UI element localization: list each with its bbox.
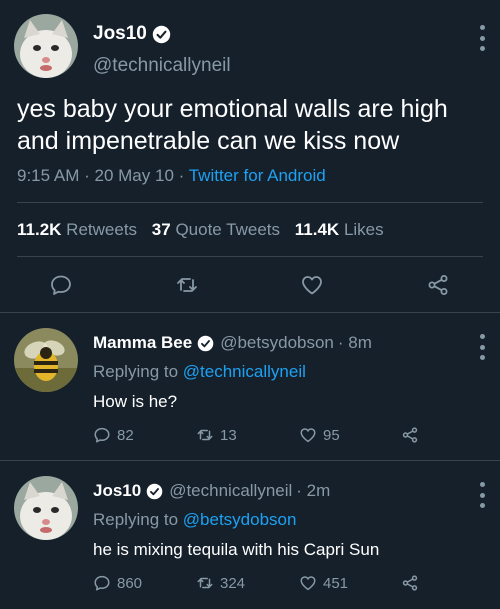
reply-icon[interactable] <box>49 273 73 297</box>
reply-content: Mamma Bee @betsydobson · 8m Replying to … <box>93 312 483 460</box>
reply-tweet[interactable]: Mamma Bee @betsydobson · 8m Replying to … <box>0 312 500 460</box>
retweet-count: 324 <box>220 574 246 592</box>
reply-icon <box>94 575 110 591</box>
like-action[interactable]: 95 <box>299 426 340 444</box>
more-options-icon[interactable] <box>478 482 486 508</box>
tweet-time: 9:15 AM <box>17 166 80 185</box>
heart-icon <box>300 428 316 443</box>
reply-count: 860 <box>117 574 143 592</box>
retweet-icon <box>197 429 213 441</box>
replying-to-mention[interactable]: @betsydobson <box>183 510 297 529</box>
verified-badge-icon <box>146 483 163 499</box>
verified-badge-icon <box>197 335 214 351</box>
reply-display-name[interactable]: Mamma Bee <box>93 333 192 353</box>
reply-action[interactable]: 82 <box>93 426 134 444</box>
reply-count: 82 <box>117 426 134 444</box>
replying-to: Replying to @technicallyneil <box>93 362 306 382</box>
reply-handle[interactable]: @technicallyneil <box>169 481 292 501</box>
retweet-icon[interactable] <box>175 273 199 297</box>
more-options-icon[interactable] <box>478 25 486 51</box>
retweet-count: 13 <box>220 426 237 444</box>
reply-handle[interactable]: @betsydobson <box>220 333 334 353</box>
reply-icon <box>94 427 110 443</box>
avatar[interactable] <box>14 14 78 78</box>
reply-content: Jos10 @technicallyneil · 2m Replying to … <box>93 460 483 609</box>
more-options-icon[interactable] <box>478 334 486 360</box>
divider <box>17 202 483 203</box>
reply-display-name[interactable]: Jos10 <box>93 481 141 501</box>
separator-dot: · <box>178 166 185 185</box>
replying-to-mention[interactable]: @technicallyneil <box>183 362 306 381</box>
replying-to-label: Replying to <box>93 510 179 529</box>
avatar[interactable] <box>14 328 78 392</box>
reply-time: · 8m <box>337 333 372 352</box>
share-action[interactable] <box>401 574 425 592</box>
avatar[interactable] <box>14 476 78 540</box>
author-handle[interactable]: @technicallyneil <box>93 55 231 77</box>
share-icon <box>402 575 418 591</box>
replying-to-label: Replying to <box>93 362 179 381</box>
reply-name-row: Mamma Bee @betsydobson · 8m <box>93 333 372 353</box>
reply-time: · 2m <box>296 481 331 500</box>
retweet-action[interactable]: 324 <box>196 574 245 592</box>
like-count: 95 <box>323 426 340 444</box>
bee-avatar-image <box>14 328 78 392</box>
tweet-stats: 11.2K Retweets 37 Quote Tweets 11.4K Lik… <box>17 220 394 240</box>
main-tweet: Jos10 @technicallyneil yes baby your emo… <box>0 0 500 312</box>
cat-avatar-image <box>14 476 78 540</box>
tweet-meta: 9:15 AM · 20 May 10 · Twitter for Androi… <box>17 166 326 186</box>
verified-badge-icon <box>152 25 171 43</box>
tweet-source-link[interactable]: Twitter for Android <box>189 166 326 185</box>
divider <box>17 256 483 257</box>
retweet-icon <box>197 577 213 589</box>
quote-tweets-stat[interactable]: 37 Quote Tweets <box>152 220 280 239</box>
like-action[interactable]: 451 <box>299 574 348 592</box>
reply-action[interactable]: 860 <box>93 574 142 592</box>
tweet-date: 20 May 10 <box>94 166 174 185</box>
retweets-stat[interactable]: 11.2K Retweets <box>17 220 137 239</box>
tweet-text: yes baby your emotional walls are high a… <box>17 95 448 155</box>
reply-tweet[interactable]: Jos10 @technicallyneil · 2m Replying to … <box>0 460 500 609</box>
cat-avatar-image <box>14 14 78 78</box>
heart-icon[interactable] <box>300 273 324 297</box>
share-icon <box>402 427 418 443</box>
like-count: 451 <box>323 574 349 592</box>
retweet-action[interactable]: 13 <box>196 426 237 444</box>
reply-text: How is he? <box>93 392 178 411</box>
likes-stat[interactable]: 11.4K Likes <box>295 220 384 239</box>
reply-text: he is mixing tequila with his Capri Sun <box>93 540 380 559</box>
heart-icon <box>300 576 316 591</box>
author-name-row[interactable]: Jos10 <box>93 23 171 45</box>
replying-to: Replying to @betsydobson <box>93 510 296 530</box>
reply-name-row: Jos10 @technicallyneil · 2m <box>93 481 330 501</box>
author-display-name[interactable]: Jos10 <box>93 23 147 45</box>
share-icon[interactable] <box>426 273 450 297</box>
share-action[interactable] <box>401 426 425 444</box>
separator-dot: · <box>84 166 90 185</box>
